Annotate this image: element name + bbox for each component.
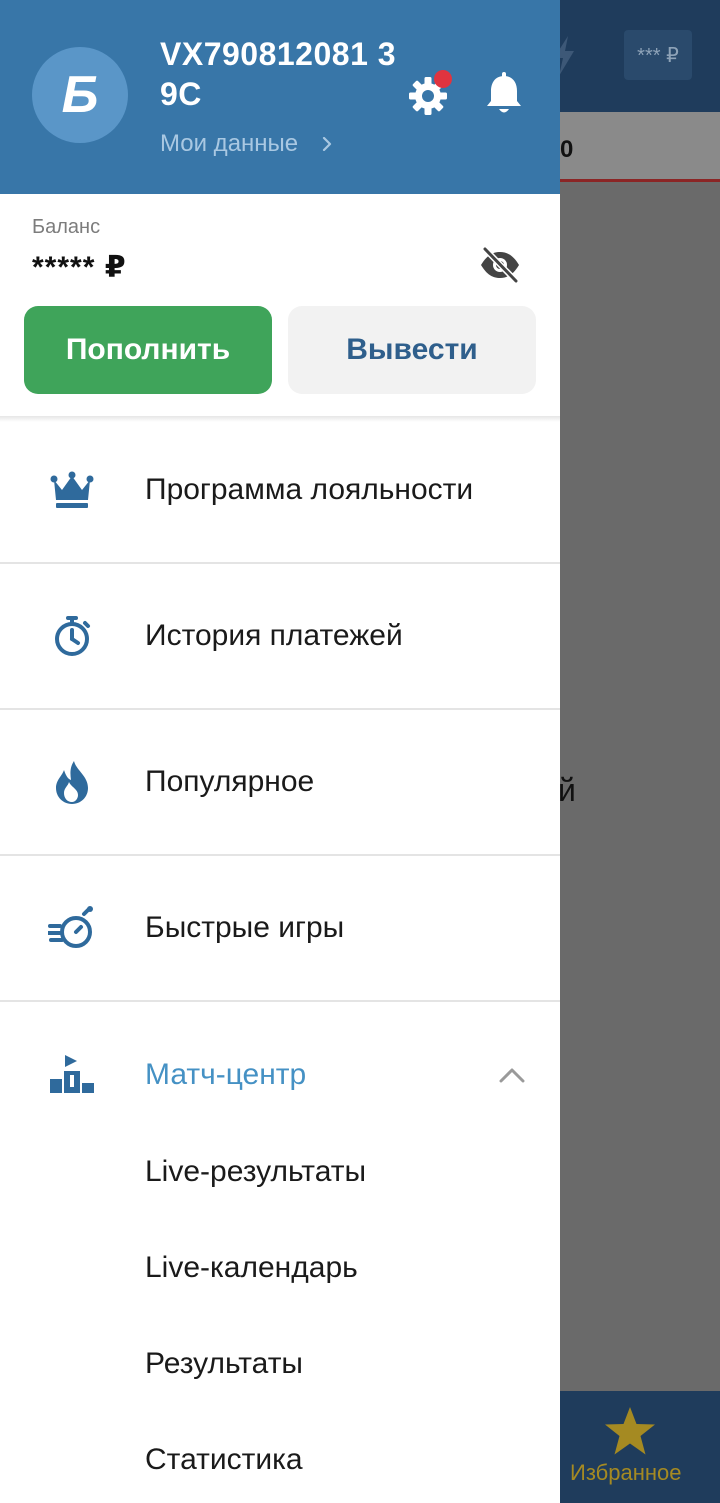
drawer-header: Б VX790812081 39C Мои данные xyxy=(0,0,560,194)
stopwatch-icon xyxy=(55,616,90,656)
menu-item-label: Программа лояльности xyxy=(145,473,474,506)
menu-item-label: История платежей xyxy=(145,619,403,652)
deposit-button[interactable]: Пополнить xyxy=(24,306,272,394)
submenu-item-results[interactable]: Результаты xyxy=(0,1316,560,1412)
menu-item-popular[interactable]: Популярное xyxy=(0,710,560,856)
background-favorites-label: Избранное xyxy=(570,1460,682,1485)
menu-item-payment-history[interactable]: История платежей xyxy=(0,564,560,710)
submenu-item-label: Статистика xyxy=(145,1443,303,1476)
eye-off-icon[interactable] xyxy=(478,246,522,284)
fast-stopwatch-icon xyxy=(48,906,93,948)
chevron-right-icon xyxy=(323,137,332,151)
bell-icon[interactable] xyxy=(484,72,524,118)
balance-value: ***** ₽ xyxy=(32,251,127,284)
submenu-item-live-calendar[interactable]: Live-календарь xyxy=(0,1220,560,1316)
submenu-item-live-results[interactable]: Live-результаты xyxy=(0,1124,560,1220)
menu-item-label: Матч-центр xyxy=(145,1058,307,1091)
chevron-up-icon[interactable] xyxy=(498,1066,526,1084)
menu-item-label: Популярное xyxy=(145,765,315,798)
my-data-link[interactable]: Мои данные xyxy=(160,130,334,158)
avatar[interactable]: Б xyxy=(32,47,128,143)
user-id: VX790812081 39C xyxy=(160,36,397,112)
balance-label: Баланс xyxy=(32,216,101,238)
background-content-text: й xyxy=(558,772,576,808)
crown-icon xyxy=(50,471,94,508)
star-icon xyxy=(605,1407,655,1455)
submenu-item-label: Live-результаты xyxy=(145,1155,367,1188)
submenu-item-label: Live-календарь xyxy=(145,1251,358,1284)
background-tab-text: 0 xyxy=(560,136,574,163)
menu-item-loyalty[interactable]: Программа лояльности xyxy=(0,418,560,564)
menu-item-label: Быстрые игры xyxy=(145,911,345,944)
podium-icon xyxy=(50,1055,94,1093)
notification-dot xyxy=(434,70,452,88)
avatar-letter: Б xyxy=(61,66,99,124)
navigation-drawer: Б VX790812081 39C Мои данные Баланс ****… xyxy=(0,0,560,1503)
my-data-label: Мои данные xyxy=(160,130,299,157)
submenu-item-label: Результаты xyxy=(145,1347,303,1380)
menu-item-fast-games[interactable]: Быстрые игры xyxy=(0,856,560,1002)
flame-icon xyxy=(56,761,88,804)
submenu-item-statistics[interactable]: Статистика xyxy=(0,1412,560,1503)
background-balance: *** ₽ xyxy=(624,30,692,80)
withdraw-button[interactable]: Вывести xyxy=(288,306,536,394)
